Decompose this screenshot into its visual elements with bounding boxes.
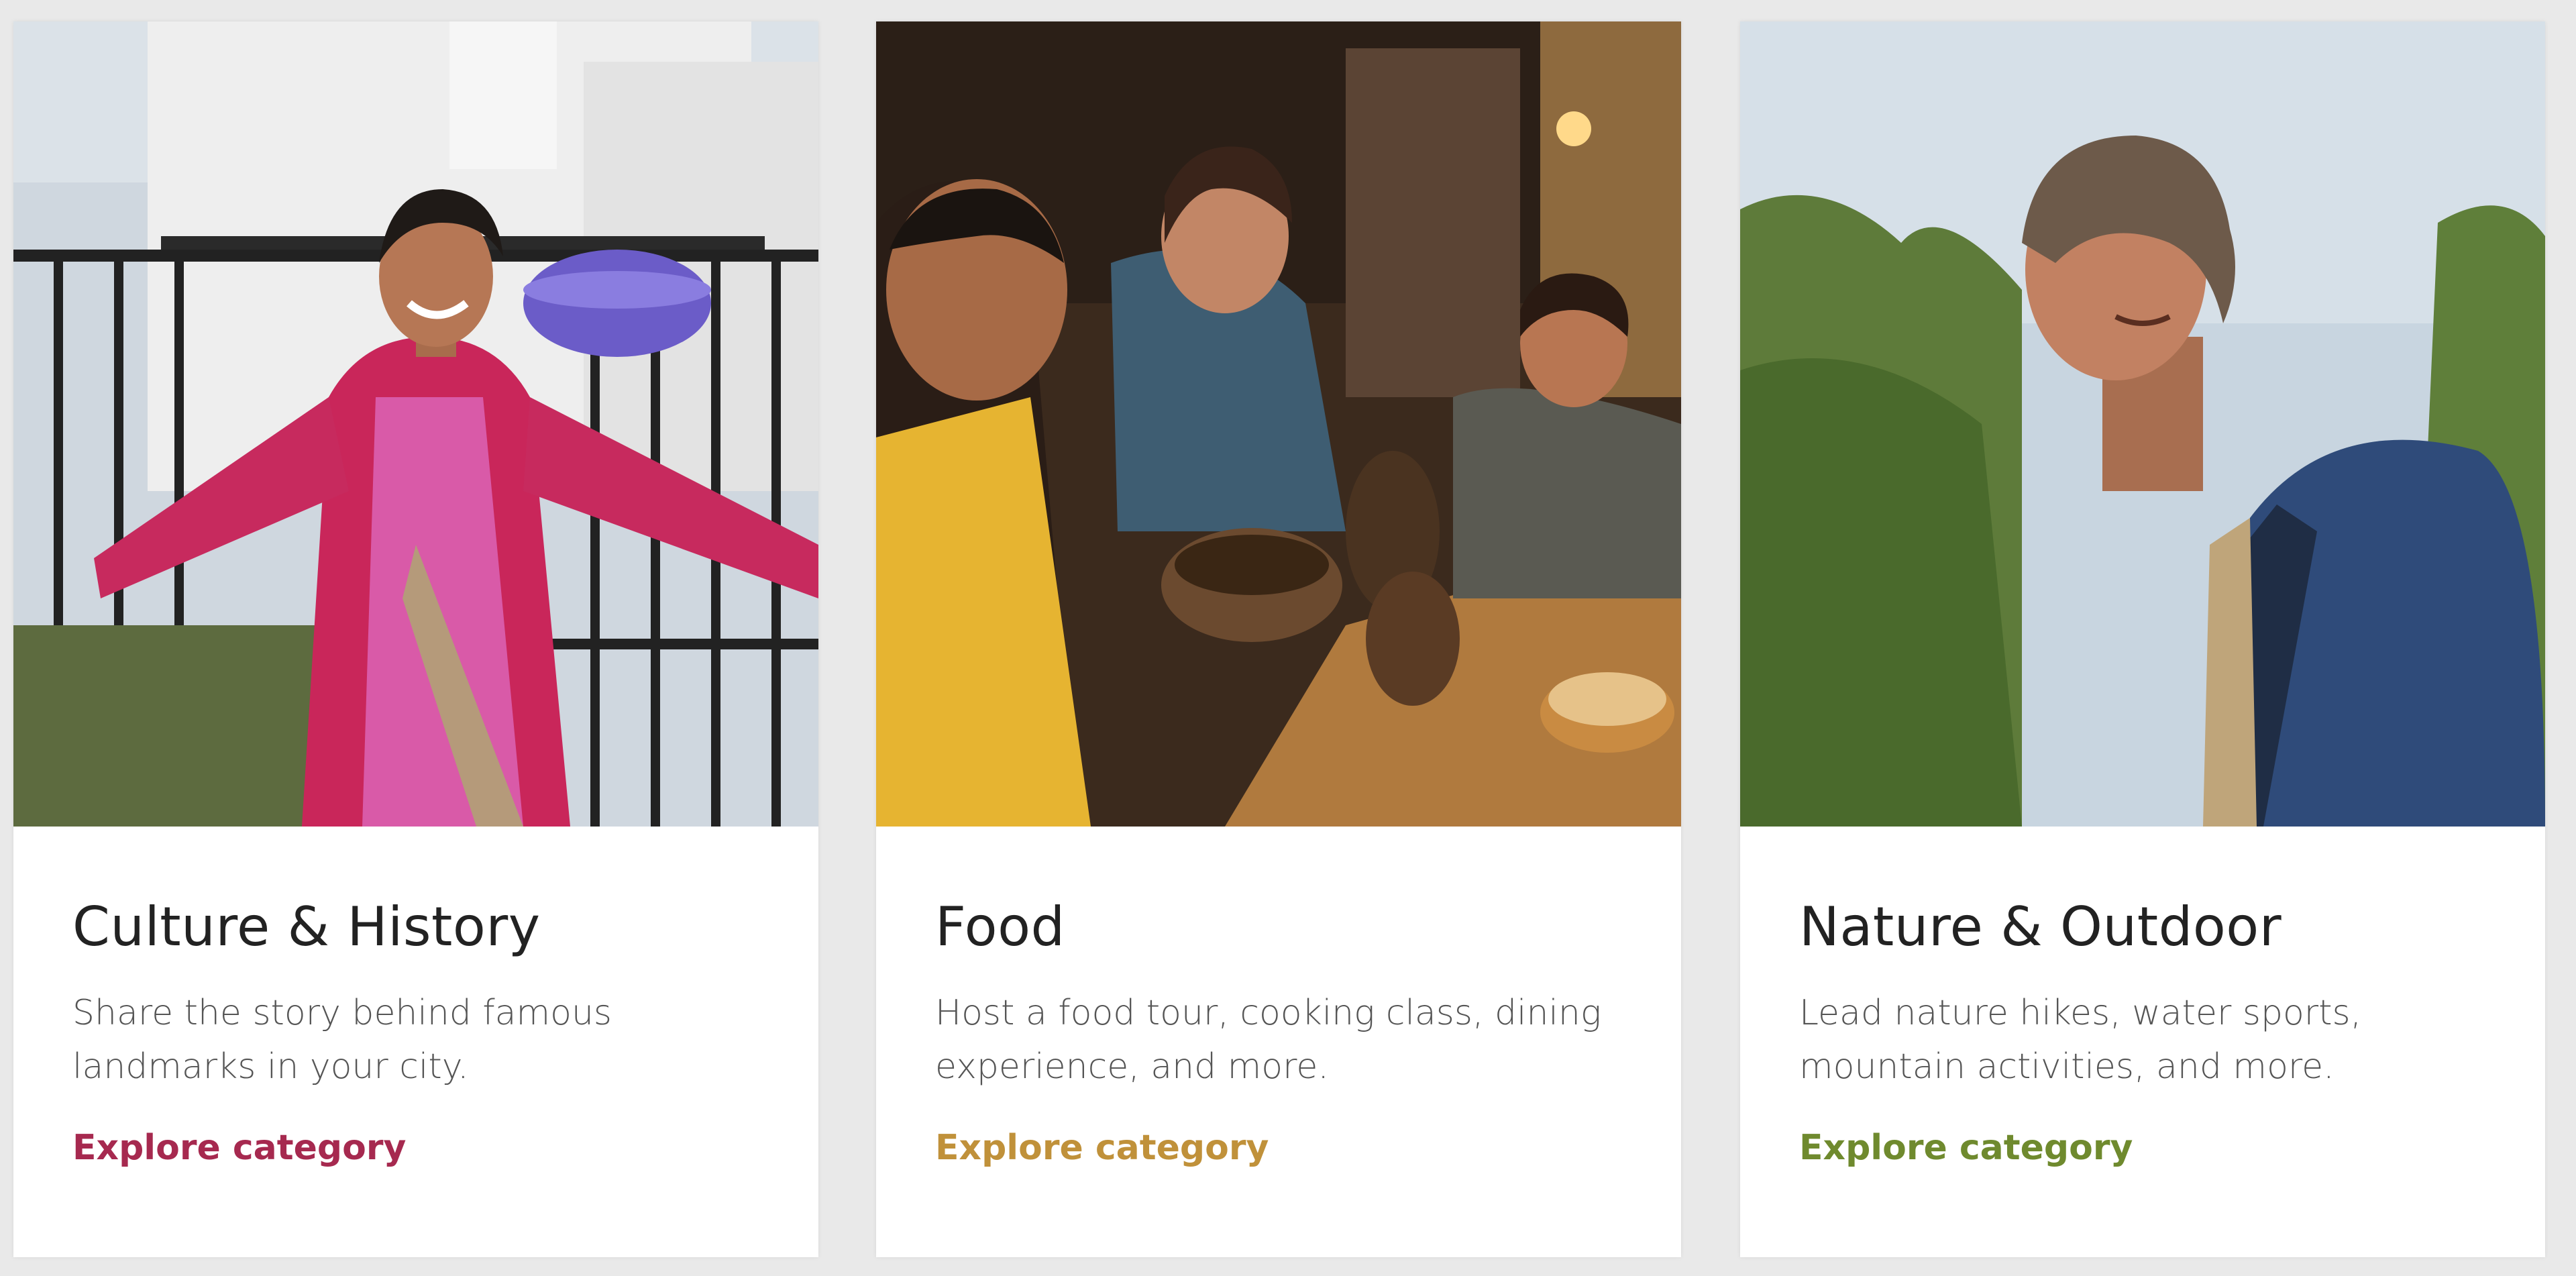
food-photo: [876, 21, 1681, 827]
nature-outdoor-photo: [1740, 21, 2545, 827]
card-description: Lead nature hikes, water sports, mountai…: [1799, 993, 2362, 1087]
card-description: Share the story behind famous landmarks …: [72, 993, 612, 1087]
explore-category-link[interactable]: Explore category: [1799, 1124, 2133, 1171]
explore-category-link[interactable]: Explore category: [72, 1124, 406, 1171]
category-card-culture-history[interactable]: Culture & History Share the story behind…: [13, 21, 818, 1257]
card-title: Nature & Outdoor: [1799, 896, 2282, 958]
card-title: Culture & History: [72, 896, 541, 958]
culture-history-photo: [13, 21, 818, 827]
card-title: Food: [935, 896, 1065, 958]
explore-category-link[interactable]: Explore category: [935, 1124, 1269, 1171]
card-body: Nature & Outdoor Lead nature hikes, wate…: [1799, 894, 2497, 1171]
card-body: Food Host a food tour, cooking class, di…: [935, 894, 1633, 1171]
card-body: Culture & History Share the story behind…: [72, 894, 770, 1171]
category-card-nature-outdoor[interactable]: Nature & Outdoor Lead nature hikes, wate…: [1740, 21, 2545, 1257]
category-grid: Culture & History Share the story behind…: [0, 0, 2576, 1276]
category-card-food[interactable]: Food Host a food tour, cooking class, di…: [876, 21, 1681, 1257]
card-description: Host a food tour, cooking class, dining …: [935, 993, 1602, 1087]
